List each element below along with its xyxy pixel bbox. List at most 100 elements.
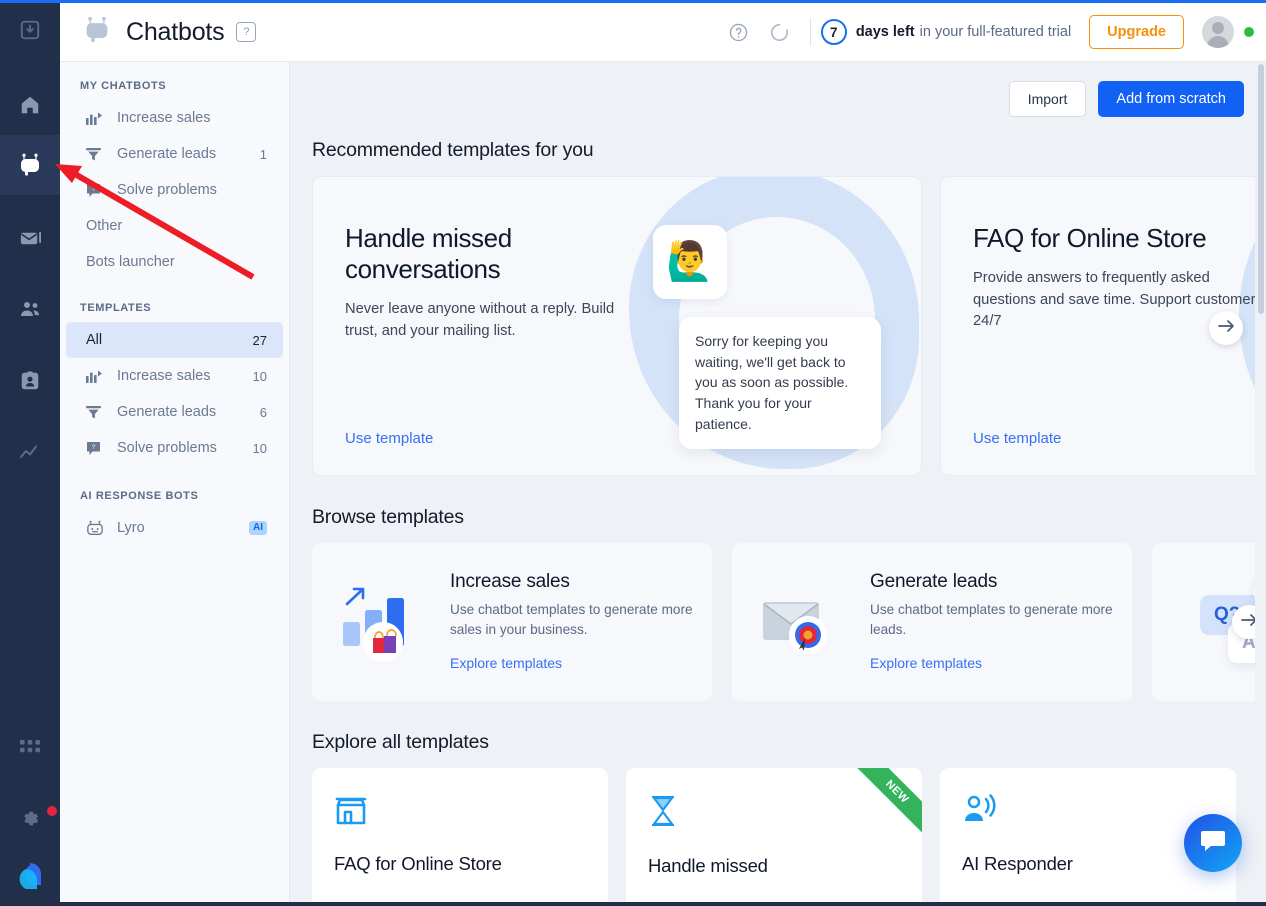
card-description: Never leave anyone without a reply. Buil… xyxy=(345,299,645,342)
sidebar-item-label: Solve problems xyxy=(117,440,253,456)
app-window: Chatbots ? 7 days left in your full-feat… xyxy=(0,0,1266,906)
sidebar-item-templates-generate-leads[interactable]: Generate leads 6 xyxy=(66,394,283,430)
upgrade-button[interactable]: Upgrade xyxy=(1089,15,1184,49)
sidebar-item-count: 10 xyxy=(253,441,267,456)
browse-cards-row: Increase sales Use chatbot templates to … xyxy=(312,543,1244,701)
explore-templates-link[interactable]: Explore templates xyxy=(870,655,982,671)
browse-heading: Browse templates xyxy=(312,506,1244,529)
rail-item-inbox-download[interactable] xyxy=(0,0,60,60)
avatar[interactable] xyxy=(1202,16,1234,48)
sidebar-item-label: Generate leads xyxy=(117,404,260,420)
help-badge[interactable]: ? xyxy=(236,22,256,42)
generate-leads-icon xyxy=(86,403,106,421)
top-header: Chatbots ? 7 days left in your full-feat… xyxy=(60,3,1266,62)
rail-item-contacts[interactable] xyxy=(0,279,60,339)
sidebar-item-templates-increase-sales[interactable]: Increase sales 10 xyxy=(66,358,283,394)
sidebar-item-generate-leads[interactable]: Generate leads 1 xyxy=(66,136,283,172)
template-card-faq-online-store[interactable]: FAQ for Online Store xyxy=(312,768,608,906)
sidebar-item-count: 27 xyxy=(253,333,267,348)
scrollbar-thumb[interactable] xyxy=(1258,64,1264,314)
sidebar-item-templates-solve-problems[interactable]: ? Solve problems 10 xyxy=(66,430,283,466)
hourglass-icon xyxy=(648,815,678,832)
card-title: Handle missed xyxy=(648,855,900,877)
address-book-icon xyxy=(19,370,41,392)
rail-item-brand-logo[interactable] xyxy=(0,846,60,906)
rail-item-analytics[interactable] xyxy=(0,423,60,483)
header-divider xyxy=(810,18,811,46)
sidebar-item-increase-sales[interactable]: Increase sales xyxy=(66,100,283,136)
trial-days-count: 7 xyxy=(821,19,847,45)
card-description: Use chatbot templates to generate more l… xyxy=(870,600,1116,639)
rail-item-settings[interactable] xyxy=(0,788,60,848)
sidebar-item-lyro[interactable]: Lyro AI xyxy=(66,510,283,546)
templates-heading: TEMPLATES xyxy=(60,280,289,322)
card-title: FAQ for Online Store xyxy=(334,853,586,875)
sidebar-item-label: Lyro xyxy=(117,520,249,536)
loading-spinner-icon[interactable] xyxy=(769,22,790,43)
sidebar-item-count: 10 xyxy=(253,369,267,384)
raising-hand-icon: 🙋‍♂️ xyxy=(666,240,713,284)
recommended-card-handle-missed[interactable]: Handle missed conversations Never leave … xyxy=(312,176,922,476)
home-icon xyxy=(19,94,41,116)
ai-response-bots-heading: AI RESPONSE BOTS xyxy=(60,466,289,510)
use-template-link[interactable]: Use template xyxy=(973,430,1061,447)
sidebar-item-label: Increase sales xyxy=(117,110,267,126)
sidebar-item-label: Increase sales xyxy=(117,368,253,384)
chatbots-icon xyxy=(17,152,43,178)
recommended-heading: Recommended templates for you xyxy=(312,139,1244,162)
explore-templates-link[interactable]: Explore templates xyxy=(450,655,562,671)
recommended-card-text: Handle missed conversations Never leave … xyxy=(345,223,645,342)
browse-card-solve-problems[interactable]: Q? A! 👍 xyxy=(1152,543,1266,701)
sidebar-item-all-templates[interactable]: All 27 xyxy=(66,322,283,358)
explore-all-cards-row: FAQ for Online Store NEW Handle missed xyxy=(312,768,1244,906)
lyro-bot-icon xyxy=(86,519,106,537)
inbox-download-icon xyxy=(19,19,41,41)
analytics-icon xyxy=(18,441,42,465)
generate-leads-icon xyxy=(86,145,106,163)
rail-item-chatbots[interactable] xyxy=(0,135,60,195)
app-rail xyxy=(0,0,60,906)
main-scrollbar[interactable] xyxy=(1255,62,1266,906)
card-title: Increase sales xyxy=(450,571,696,593)
sidebar-item-count: 1 xyxy=(260,147,267,162)
brand-logo-icon xyxy=(13,861,47,891)
import-button[interactable]: Import xyxy=(1009,81,1087,117)
add-from-scratch-button[interactable]: Add from scratch xyxy=(1098,81,1244,117)
main-toolbar: Import Add from scratch xyxy=(312,62,1244,117)
use-template-link[interactable]: Use template xyxy=(345,430,433,447)
mail-icon xyxy=(19,226,42,249)
trial-days-label: days left xyxy=(856,24,915,40)
svg-text:?: ? xyxy=(92,186,96,193)
rail-item-address-book[interactable] xyxy=(0,351,60,411)
main-inner: Import Add from scratch Recommended temp… xyxy=(290,62,1266,906)
chat-bubble-preview: Sorry for keeping you waiting, we'll get… xyxy=(679,317,881,449)
online-status-dot xyxy=(1244,27,1254,37)
card-title: Handle missed conversations xyxy=(345,223,645,285)
sidebar-item-bots-launcher[interactable]: Bots launcher xyxy=(66,244,283,280)
sidebar-item-solve-problems[interactable]: ? Solve problems xyxy=(66,172,283,208)
ai-responder-icon xyxy=(962,813,998,830)
chat-widget-button[interactable] xyxy=(1184,814,1242,872)
question-circle-icon[interactable] xyxy=(728,22,749,43)
browse-card-text: Increase sales Use chatbot templates to … xyxy=(450,571,712,673)
ai-badge: AI xyxy=(249,521,267,535)
rail-item-home[interactable] xyxy=(0,75,60,135)
trial-banner: 7 days left in your full-featured trial xyxy=(821,19,1071,45)
card-title: FAQ for Online Store xyxy=(973,223,1266,254)
sidebar-item-other[interactable]: Other xyxy=(66,208,283,244)
settings-gear-icon xyxy=(20,808,41,829)
raising-hand-emoji: 🙋‍♂️ xyxy=(653,225,727,299)
chat-bubble-icon xyxy=(1200,829,1226,858)
next-card-arrow-button[interactable] xyxy=(1209,311,1243,345)
rail-item-mail[interactable] xyxy=(0,207,60,267)
apps-grid-icon xyxy=(20,740,40,760)
main-content: Import Add from scratch Recommended temp… xyxy=(290,62,1266,906)
rail-item-apps[interactable] xyxy=(0,720,60,780)
template-card-handle-missed[interactable]: NEW Handle missed xyxy=(626,768,922,906)
recommended-card-faq-online-store[interactable]: FAQ for Online Store Provide answers to … xyxy=(940,176,1266,476)
store-front-icon xyxy=(334,813,368,830)
browse-card-increase-sales[interactable]: Increase sales Use chatbot templates to … xyxy=(312,543,712,701)
chatbots-sidebar: MY CHATBOTS Increase sales Generat xyxy=(60,62,290,906)
page-title: Chatbots xyxy=(126,18,224,47)
browse-card-generate-leads[interactable]: Generate leads Use chatbot templates to … xyxy=(732,543,1132,701)
